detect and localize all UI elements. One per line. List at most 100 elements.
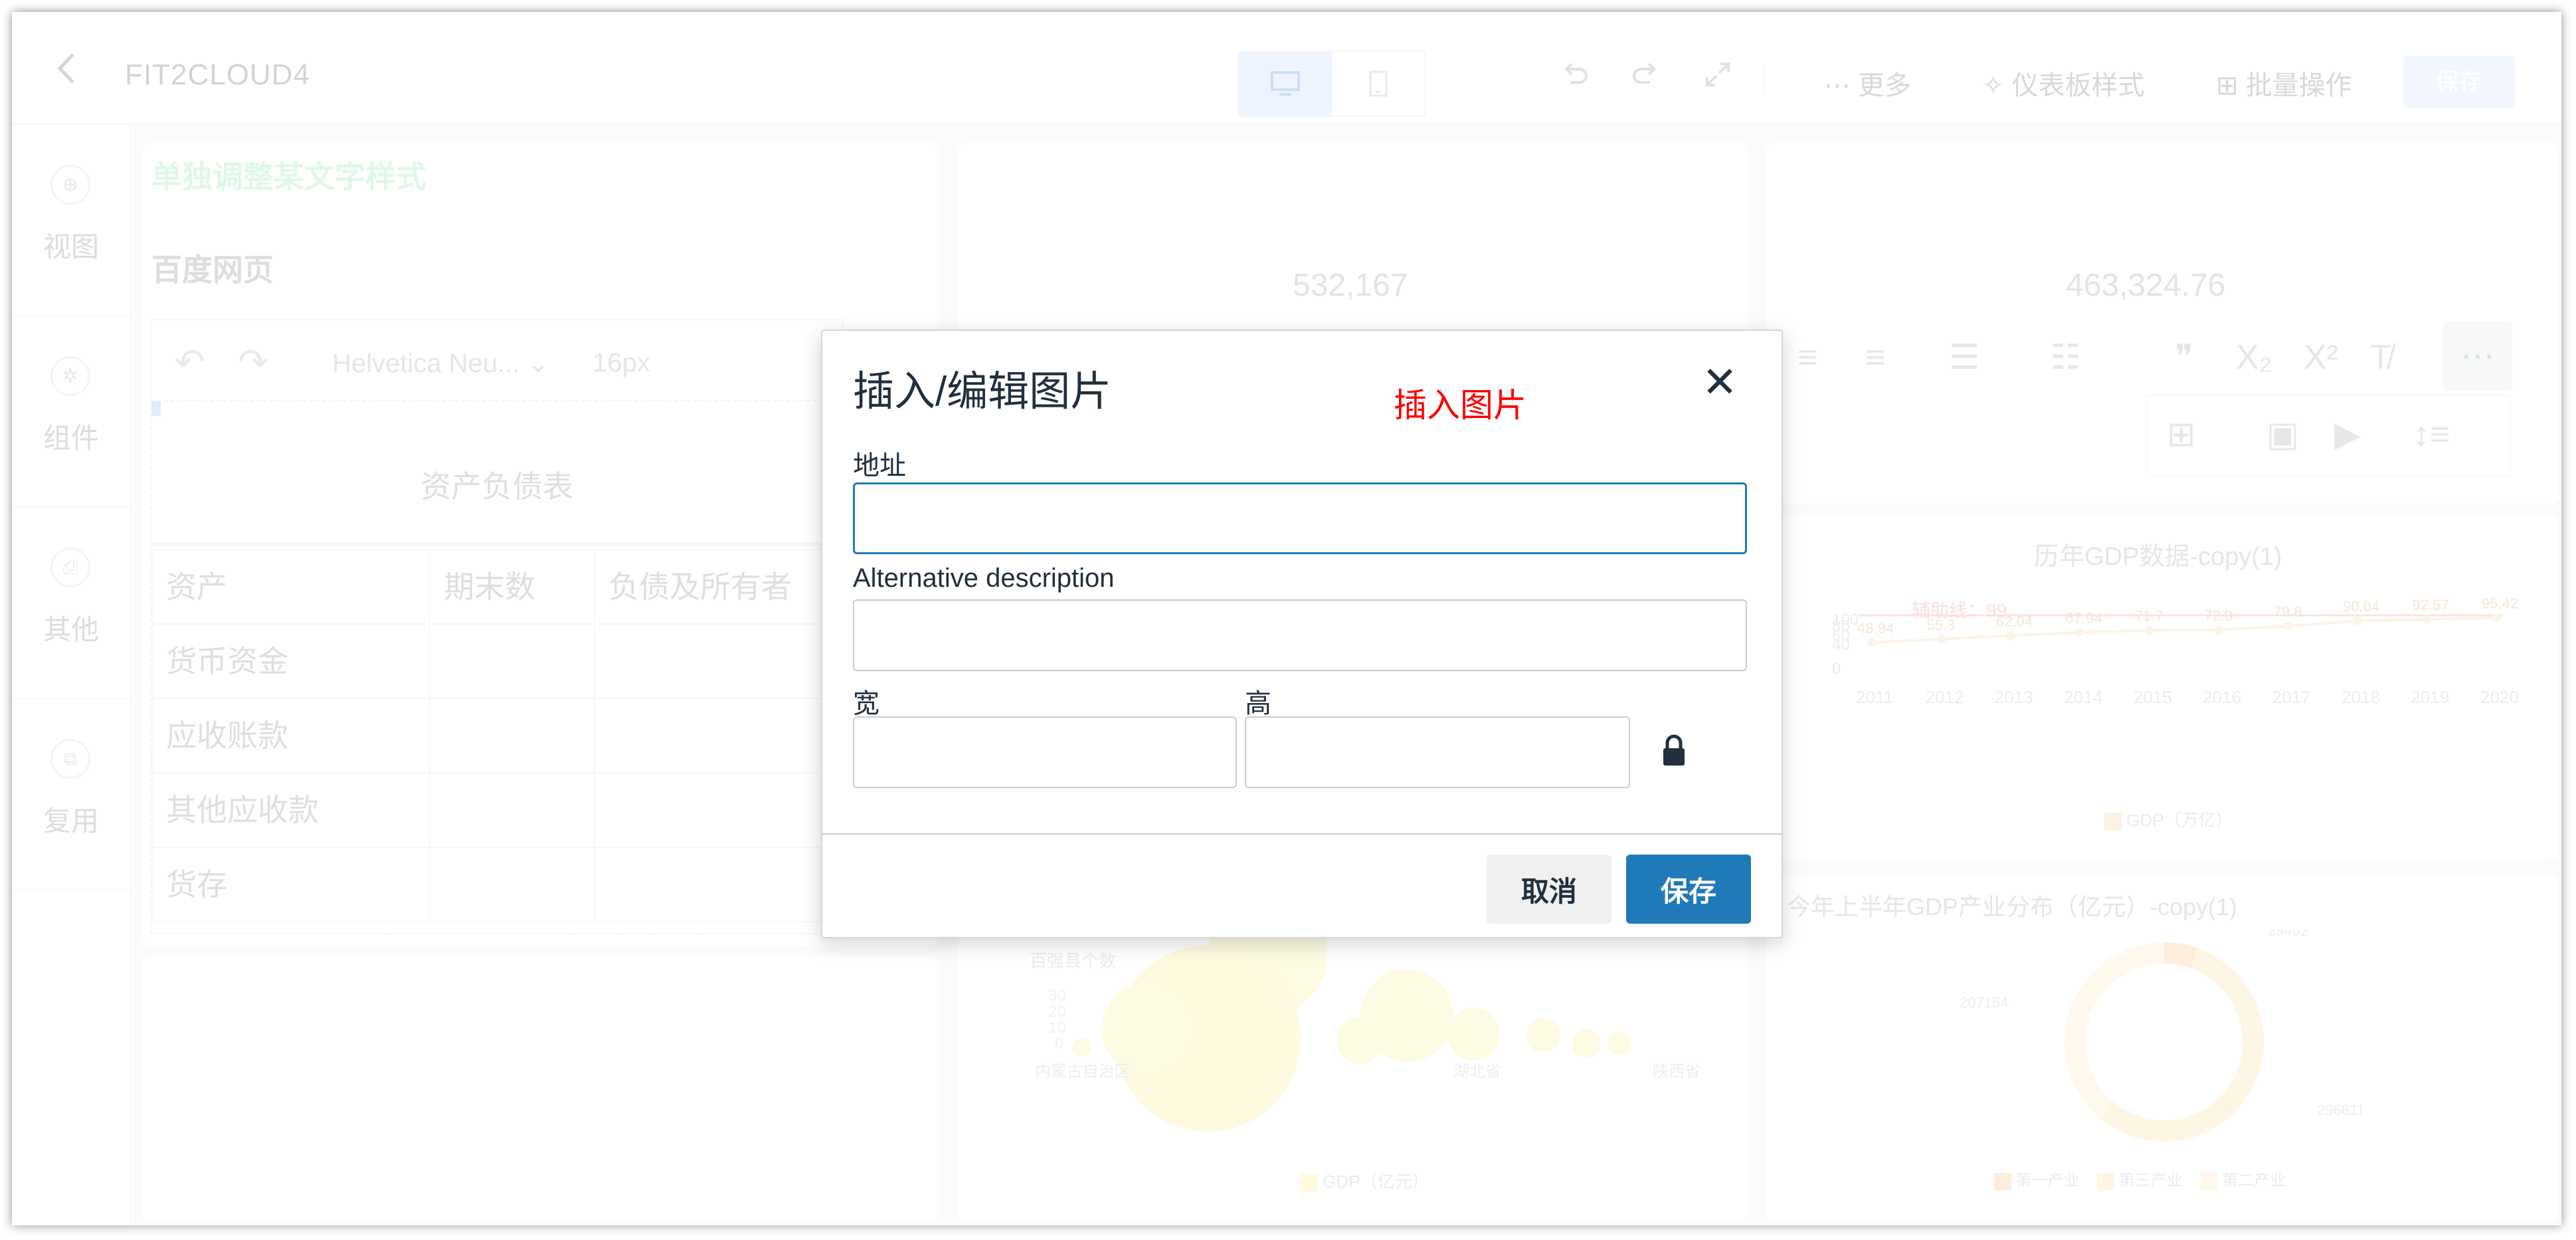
blockquote-icon[interactable]: ❞ <box>2175 338 2193 377</box>
table-cell[interactable] <box>429 847 595 922</box>
bubble <box>1072 1038 1091 1057</box>
data-point <box>2214 625 2224 635</box>
align-right-icon[interactable]: ≡ <box>1865 338 1885 377</box>
x-tick-label: 2018 <box>2342 687 2380 707</box>
table-cell[interactable] <box>429 623 595 699</box>
data-point <box>2422 614 2432 624</box>
align-center-icon[interactable]: ≡ <box>1797 338 1817 377</box>
balance-sheet-table: 资产负债表 资产 期末数 负债及所有者 货币资金 应收账款 其他应收款 货存 <box>150 400 844 934</box>
top-header: FIT2CLOUD4 ⋯ 更多 ✧ 仪表板样式 ⊞ 批量操作 保存 <box>12 12 2561 125</box>
table-cell[interactable]: 其他应收款 <box>151 772 430 848</box>
table-cell[interactable] <box>594 772 842 848</box>
donut-slice <box>2100 948 2264 1142</box>
redo-icon[interactable] <box>1630 60 1659 89</box>
table-header-cell[interactable]: 资产 <box>151 549 430 625</box>
dialog-annotation: 插入图片 <box>1394 387 1526 424</box>
bullet-list-icon[interactable]: ☰ <box>1949 338 1980 377</box>
width-input[interactable] <box>853 716 1237 788</box>
component-icon: ✲ <box>50 356 90 396</box>
table-caption: 资产负债表 <box>420 469 573 504</box>
sidebar-item-view[interactable]: ⊕ 视图 <box>12 125 130 316</box>
donut-legend: 第一产业 第三产业 第二产业 <box>1994 1167 2286 1190</box>
table-top-bar <box>151 542 842 546</box>
x-tick-label: 2017 <box>2272 687 2311 707</box>
view-icon: ⊕ <box>50 165 90 205</box>
dialog-title: 插入/编辑图片 <box>853 369 1112 415</box>
media-icon[interactable]: ▶ <box>2334 415 2361 455</box>
data-point <box>1936 634 1946 644</box>
more-icon: ⋯ <box>1824 71 1859 100</box>
more-menu[interactable]: ⋯ 更多 <box>1824 64 1911 102</box>
back-icon[interactable] <box>53 51 86 84</box>
lock-icon[interactable] <box>1661 734 1687 767</box>
donut-chart-title: 今年上半年GDP产业分布（亿元）-copy(1) <box>1787 893 2238 920</box>
x-tick-label: 2020 <box>2480 687 2519 707</box>
x-tick-label: 2014 <box>2064 687 2102 707</box>
close-icon[interactable]: ✕ <box>1697 359 1743 405</box>
dashboard-title: FIT2CLOUD4 <box>125 58 310 91</box>
line-chart-legend: GDP（万亿） <box>2104 807 2233 831</box>
table-cell[interactable]: 货存 <box>151 847 430 922</box>
editor-redo-icon[interactable]: ↷ <box>238 340 269 384</box>
x-tick-label: 2019 <box>2411 687 2450 707</box>
donut-label: 207154 <box>1960 994 2008 1011</box>
data-point <box>2075 627 2085 637</box>
font-size-select[interactable]: 16px <box>593 348 650 378</box>
superscript-icon[interactable]: X² <box>2304 338 2338 377</box>
reuse-icon: ⧉ <box>50 739 90 779</box>
more-tools-icon[interactable]: ⋯ <box>2443 322 2512 391</box>
subscript-icon[interactable]: X₂ <box>2236 338 2272 377</box>
mobile-icon[interactable] <box>1332 52 1425 116</box>
table-cell[interactable] <box>429 772 595 848</box>
table-cell[interactable] <box>594 698 842 774</box>
alt-label: Alternative description <box>853 564 1115 593</box>
table-header-cell[interactable]: 期末数 <box>429 549 595 625</box>
table-icon[interactable]: ⊞ <box>2167 415 2196 455</box>
sidebar-item-component[interactable]: ✲ 组件 <box>12 316 130 508</box>
sidebar-item-other[interactable]: ⎙ 其他 <box>12 508 130 699</box>
alt-description-input[interactable] <box>853 599 1747 671</box>
line-height-icon[interactable]: ↕≡ <box>2413 415 2450 455</box>
donut-chart: 29402 207154 296611 <box>1960 929 2365 1142</box>
y-tick-label: 30 <box>1048 987 1066 1005</box>
batch-ops-menu[interactable]: ⊞ 批量操作 <box>2216 64 2352 102</box>
y-tick-label: 0 <box>1055 1035 1063 1053</box>
height-input[interactable] <box>1245 716 1630 788</box>
table-cell[interactable] <box>594 623 842 699</box>
data-point <box>1867 637 1877 647</box>
x-tick-label: 2013 <box>1995 687 2033 707</box>
dialog-footer-divider <box>822 833 1782 835</box>
data-label: 62.04 <box>1996 613 2033 629</box>
kpi-value-2: 463,324.76 <box>2066 268 2226 303</box>
image-icon[interactable]: ▣ <box>2266 415 2299 455</box>
editor-undo-icon[interactable]: ↶ <box>174 340 205 384</box>
save-dashboard-button[interactable]: 保存 <box>2403 56 2515 108</box>
desktop-icon[interactable] <box>1239 52 1332 116</box>
line-chart: 1008060400 辅助线：99 48.94201155.3201262.04… <box>1832 597 2519 707</box>
clear-format-icon[interactable]: T̸ <box>2370 338 2391 377</box>
fullscreen-icon[interactable] <box>1703 60 1732 89</box>
dashboard-style-menu[interactable]: ✧ 仪表板样式 <box>1982 64 2145 102</box>
sidebar-item-reuse[interactable]: ⧉ 复用 <box>12 699 130 890</box>
table-cell[interactable]: 货币资金 <box>151 623 430 699</box>
data-label: 67.94 <box>2065 610 2102 627</box>
data-label: 79.8 <box>2274 603 2302 620</box>
bubble <box>1447 1007 1500 1061</box>
gdp-series-line <box>1871 616 2497 644</box>
table-cell[interactable] <box>429 698 595 774</box>
table-header-cell[interactable]: 负债及所有者 <box>594 549 842 625</box>
table-cell[interactable] <box>594 847 842 922</box>
bubble <box>1572 1029 1601 1058</box>
table-resize-handle[interactable] <box>151 401 161 416</box>
font-family-select[interactable]: Helvetica Neu... ⌄ <box>332 348 549 379</box>
table-cell[interactable]: 应收账款 <box>151 698 430 774</box>
cancel-button[interactable]: 取消 <box>1487 855 1611 924</box>
save-button[interactable]: 保存 <box>1626 855 1751 924</box>
width-label: 宽 <box>853 689 879 718</box>
empty-panel[interactable] <box>142 956 939 1221</box>
url-input[interactable] <box>853 482 1747 554</box>
number-list-icon[interactable]: ☷ <box>2050 338 2081 377</box>
undo-icon[interactable] <box>1561 60 1590 89</box>
x-tick-label: 2011 <box>1856 687 1893 707</box>
kpi-value-1: 532,167 <box>1293 268 1408 303</box>
